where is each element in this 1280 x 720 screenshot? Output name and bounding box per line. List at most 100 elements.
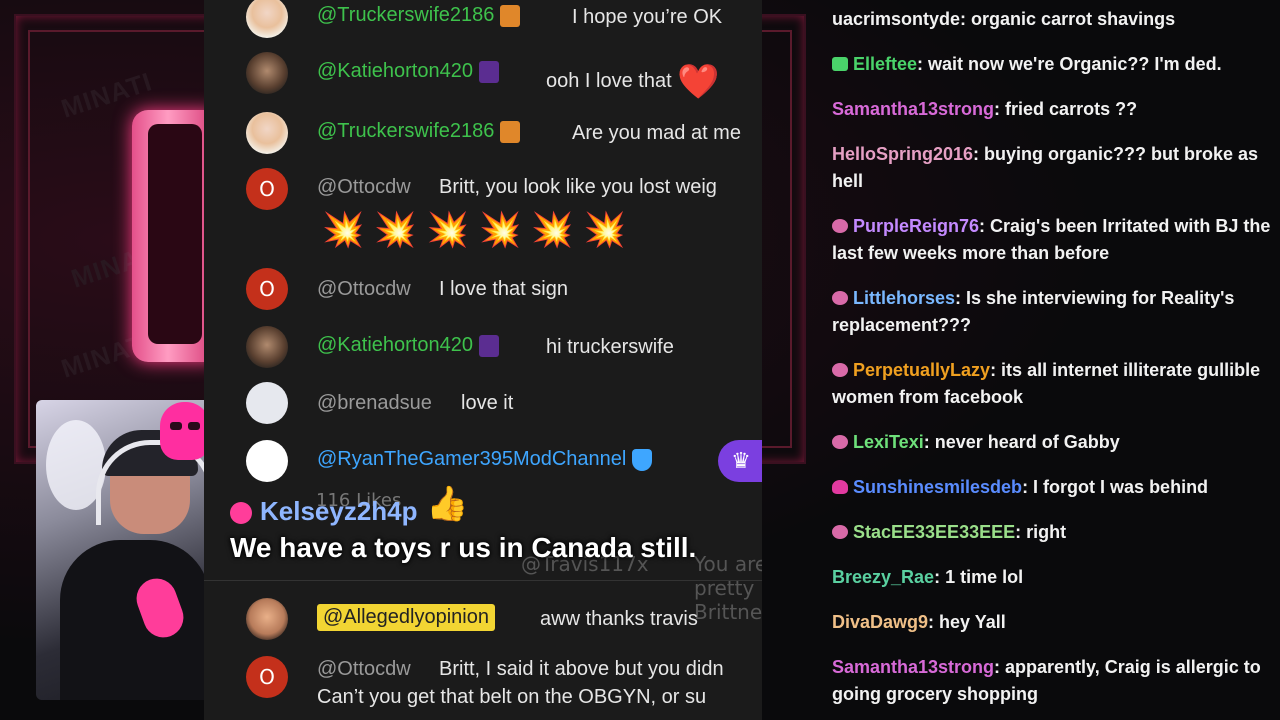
twitch-username[interactable]: uacrimsontyde: [832, 9, 960, 29]
chat-username[interactable]: @Ottocdw: [317, 658, 411, 681]
avatar: [246, 326, 288, 368]
twitch-chat-line: Sunshinesmilesdeb: I forgot I was behind: [832, 474, 1272, 501]
avatar: [246, 52, 288, 94]
verified-shield-icon: [632, 448, 653, 471]
chat-message: I love that sign: [439, 278, 568, 300]
twitch-message: : never heard of Gabby: [923, 432, 1120, 452]
chat-row: @RyanTheGamer395ModChannel: [204, 440, 762, 482]
chat-username[interactable]: @Ottocdw: [317, 278, 411, 301]
avatar: O: [246, 268, 288, 310]
twitch-chat-line: Elleftee: wait now we're Organic?? I'm d…: [832, 51, 1272, 78]
skull-badge-icon: [832, 480, 848, 494]
chat-row: O @Ottocdw I love that sign: [204, 268, 762, 310]
brain-badge-icon: [832, 363, 848, 377]
twitch-username[interactable]: Elleftee: [853, 54, 917, 74]
twitch-username[interactable]: PerpetuallyLazy: [853, 360, 990, 380]
twitch-chat-line: uacrimsontyde: organic carrot shavings: [832, 6, 1272, 33]
twitch-chat-line: HelloSpring2016: buying organic??? but b…: [832, 141, 1272, 195]
streamer-body: [60, 540, 210, 700]
twitch-chat-line: Breezy_Rae: 1 time lol: [832, 564, 1272, 591]
twitch-username[interactable]: LexiTexi: [853, 432, 924, 452]
chat-row: @brenadsue love it: [204, 382, 762, 424]
twitch-username[interactable]: Breezy_Rae: [832, 567, 934, 587]
youtube-chat-panel: @Truckerswife2186 I hope you’re OK @Kati…: [204, 0, 762, 720]
chat-row: @Truckerswife2186 Are you mad at me: [204, 112, 762, 154]
chat-row: O @Ottocdw Britt, you look like you lost…: [204, 168, 762, 210]
chat-message: Britt, I said it above but you didn: [439, 658, 724, 680]
highlight-username: Kelseyz2h4p: [230, 496, 418, 527]
chat-row: O @Ottocdw Britt, I said it above but yo…: [204, 656, 762, 720]
crown-icon[interactable]: ♛: [718, 440, 762, 482]
twitch-chat-line: Littlehorses: Is she interviewing for Re…: [832, 285, 1272, 339]
chat-username[interactable]: @Truckerswife2186: [317, 120, 521, 143]
twitch-chat-panel: uacrimsontyde: organic carrot shavings El…: [832, 0, 1272, 720]
chat-message: Are you mad at me: [572, 122, 741, 144]
neon-sign-inner: [148, 124, 202, 344]
twitch-message: : I forgot I was behind: [1022, 477, 1209, 497]
chat-row: @Allegedlyopinion aww thanks travis: [204, 598, 762, 640]
chat-username[interactable]: @brenadsue: [317, 392, 432, 415]
avatar: [246, 598, 288, 640]
thumbs-up-icon: 👍: [426, 484, 469, 524]
skull-mask-icon: [230, 502, 252, 525]
twitch-message: : wait now we're Organic?? I'm ded.: [917, 54, 1222, 74]
chat-message: Britt, you look like you lost weig: [439, 176, 717, 198]
twitch-username[interactable]: Littlehorses: [853, 288, 955, 308]
twitch-username[interactable]: Sunshinesmilesdeb: [853, 477, 1022, 497]
chat-username[interactable]: @Katiehorton420: [317, 60, 499, 83]
chat-row: @Katiehorton420 ooh I love that ❤️: [204, 52, 762, 101]
avatar: [246, 440, 288, 482]
chat-message: aww thanks travis: [540, 608, 698, 630]
twitch-username[interactable]: StacEE33EE33EEE: [853, 522, 1015, 542]
brain-badge-icon: [832, 219, 848, 233]
twitch-username[interactable]: DivaDawg9: [832, 612, 928, 632]
twitch-message: : hey Yall: [928, 612, 1006, 632]
twitch-chat-line: PerpetuallyLazy: its all internet illite…: [832, 357, 1272, 411]
twitch-message: : fried carrots ??: [994, 99, 1138, 119]
twitch-username[interactable]: Samantha13strong: [832, 99, 994, 119]
twitch-username[interactable]: PurpleReign76: [853, 216, 979, 236]
avatar: [246, 112, 288, 154]
twitch-chat-line: LexiTexi: never heard of Gabby: [832, 429, 1272, 456]
divider: [204, 580, 762, 581]
chat-message: love it: [461, 392, 514, 414]
brain-badge-icon: [832, 435, 848, 449]
twitch-message: : organic carrot shavings: [960, 9, 1176, 29]
explosion-emojis: 💥💥💥💥💥💥: [322, 210, 637, 250]
chat-message: I hope you’re OK: [572, 6, 723, 28]
chat-message: hi truckerswife: [546, 336, 674, 358]
heart-icon: ❤️: [677, 63, 720, 101]
twitch-username[interactable]: Samantha13strong: [832, 657, 994, 677]
highlight-message: We have a toys r us in Canada still.: [230, 532, 697, 563]
brain-badge-icon: [832, 291, 848, 305]
chat-message: ooh I love that ❤️: [546, 63, 720, 101]
chat-username[interactable]: @Truckerswife2186: [317, 4, 521, 27]
chat-username[interactable]: @Allegedlyopinion: [317, 604, 495, 631]
twitch-chat-line: PurpleReign76: Craig's been Irritated wi…: [832, 213, 1272, 267]
member-badge-icon: [478, 334, 499, 357]
chat-row: @Truckerswife2186 I hope you’re OK: [204, 0, 762, 40]
avatar: [246, 0, 288, 38]
webcam-feed: [36, 400, 222, 700]
avatar: O: [246, 168, 288, 210]
member-badge-icon: [500, 4, 521, 27]
twitch-chat-line: Samantha13strong: apparently, Craig is a…: [832, 654, 1272, 708]
chat-row: @Katiehorton420 hi truckerswife: [204, 326, 762, 368]
chat-message-line2: Can’t you get that belt on the OBGYN, or…: [317, 686, 707, 708]
chat-username[interactable]: @Katiehorton420: [317, 334, 499, 357]
gift-badge-icon: [832, 57, 848, 71]
twitch-chat-line: DivaDawg9: hey Yall: [832, 609, 1272, 636]
chat-username[interactable]: @RyanTheGamer395ModChannel: [317, 448, 653, 471]
chat-username[interactable]: @Ottocdw: [317, 176, 411, 199]
brain-badge-icon: [832, 525, 848, 539]
pink-mask-logo: [160, 402, 210, 460]
member-badge-icon: [478, 60, 499, 83]
member-badge-icon: [500, 120, 521, 143]
twitch-chat-line: StacEE33EE33EEE: right: [832, 519, 1272, 546]
avatar: O: [246, 656, 288, 698]
avatar: [246, 382, 288, 424]
twitch-message: : right: [1015, 522, 1067, 542]
twitch-message: : 1 time lol: [934, 567, 1024, 587]
twitch-chat-line: Samantha13strong: fried carrots ??: [832, 96, 1272, 123]
twitch-username[interactable]: HelloSpring2016: [832, 144, 973, 164]
